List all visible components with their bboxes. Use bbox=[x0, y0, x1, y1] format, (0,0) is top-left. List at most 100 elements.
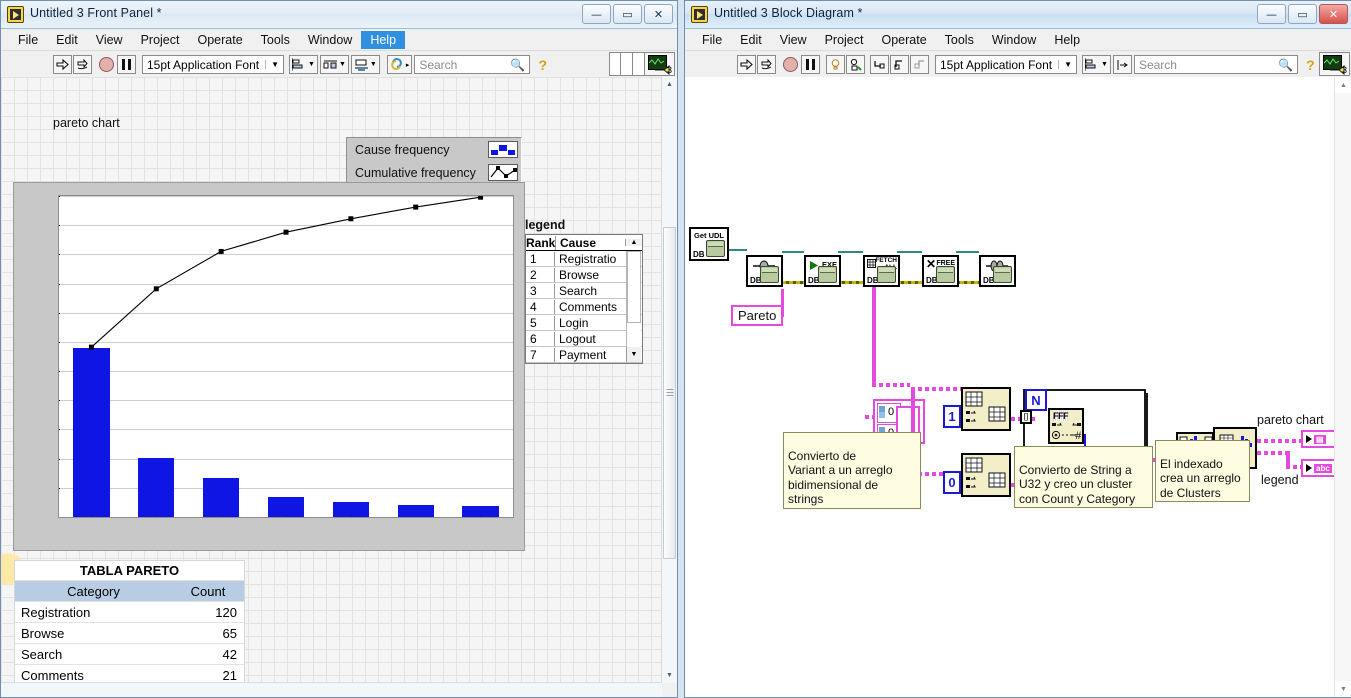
align-objects-button[interactable]: ▼ bbox=[289, 55, 318, 74]
legend-row[interactable]: 7 Payment bbox=[526, 347, 642, 363]
search-input[interactable]: Search 🔍 bbox=[1133, 55, 1298, 74]
scroll-up-icon[interactable]: ▲ bbox=[625, 239, 642, 246]
plot-legend-row-cumulative[interactable]: Cumulative frequency bbox=[347, 161, 521, 184]
menu-tools[interactable]: Tools bbox=[252, 31, 299, 49]
menu-view[interactable]: View bbox=[771, 31, 816, 49]
line-plot-swatch-icon[interactable] bbox=[488, 164, 518, 181]
step-over-button[interactable] bbox=[890, 55, 909, 74]
menu-view[interactable]: View bbox=[87, 31, 132, 49]
front-panel-titlebar[interactable]: Untitled 3 Front Panel * — ▭ ✕ bbox=[1, 1, 677, 29]
chevron-down-icon[interactable]: ▼ bbox=[265, 60, 279, 69]
cleanup-diagram-button[interactable] bbox=[1112, 55, 1132, 74]
legend-row[interactable]: 6 Logout bbox=[526, 331, 642, 347]
scrollbar-thumb[interactable] bbox=[663, 227, 676, 559]
pareto-graph[interactable]: pareto chart Cause frequency Cumulative … bbox=[13, 116, 525, 554]
pareto-string-constant[interactable]: Pareto bbox=[731, 305, 784, 326]
search-icon[interactable]: 🔍 bbox=[506, 58, 529, 72]
fract-exp-string-to-number-node[interactable]: FFF # bbox=[1048, 408, 1084, 444]
block-diagram-vertical-scrollbar[interactable]: ▲ ▼ bbox=[1334, 77, 1351, 697]
chevron-down-icon[interactable]: ▼ bbox=[339, 61, 346, 68]
distribute-objects-button[interactable]: ▼ bbox=[319, 55, 349, 74]
comment-indexing[interactable]: El indexado crea un arreglo de Clusters bbox=[1155, 440, 1250, 502]
legend-row[interactable]: 5 Login bbox=[526, 315, 642, 331]
plot-legend-row-cause[interactable]: Cause frequency bbox=[347, 138, 521, 161]
minimize-button[interactable]: — bbox=[1257, 4, 1286, 24]
front-panel-horizontal-scrollbar[interactable] bbox=[1, 682, 662, 697]
step-into-button[interactable] bbox=[870, 55, 889, 74]
legend-scrollbar[interactable] bbox=[626, 251, 641, 347]
menu-file[interactable]: File bbox=[693, 31, 731, 49]
db-execute-query-node[interactable]: EXE DB bbox=[804, 255, 841, 287]
close-button[interactable]: ✕ bbox=[644, 4, 673, 24]
plot-legend[interactable]: Cause frequency Cumulative frequency bbox=[346, 137, 522, 185]
menu-project[interactable]: Project bbox=[816, 31, 873, 49]
menu-help[interactable]: Help bbox=[361, 30, 406, 49]
index-constant-1[interactable]: 1 bbox=[943, 405, 961, 428]
chevron-down-icon[interactable]: ▼ bbox=[1058, 60, 1072, 69]
index-array-node-bottom[interactable] bbox=[961, 453, 1011, 497]
menu-window[interactable]: Window bbox=[983, 31, 1045, 49]
font-selector[interactable]: 15pt Application Font ▼ bbox=[142, 55, 284, 74]
index-array-node-top[interactable] bbox=[961, 387, 1011, 431]
comment-u32-cluster[interactable]: Convierto de String a U32 y creo un clus… bbox=[1014, 446, 1153, 508]
run-button[interactable] bbox=[737, 55, 756, 74]
search-icon[interactable]: 🔍 bbox=[1274, 58, 1297, 72]
run-continuously-button[interactable] bbox=[73, 55, 92, 74]
db-free-object-node[interactable]: ✕ FREE DB bbox=[922, 255, 959, 287]
db-fetch-all-node[interactable]: FETCHALL DB bbox=[863, 255, 900, 287]
run-button[interactable] bbox=[53, 55, 72, 74]
menu-project[interactable]: Project bbox=[132, 31, 189, 49]
legend-indicator-terminal[interactable]: abc bbox=[1301, 459, 1335, 477]
scroll-down-arrow-icon[interactable]: ▼ bbox=[1335, 681, 1351, 697]
maximize-button[interactable]: ▭ bbox=[1288, 4, 1317, 24]
graph-frame[interactable]: 0501001502002503003504004505005501234567 bbox=[13, 182, 525, 551]
table-row[interactable]: Comments 21 bbox=[15, 665, 244, 683]
table-row[interactable]: Search 42 bbox=[15, 644, 244, 665]
front-panel-canvas[interactable]: pareto chart Cause frequency Cumulative … bbox=[1, 77, 662, 683]
menu-tools[interactable]: Tools bbox=[936, 31, 983, 49]
scrollbar-track[interactable] bbox=[1335, 93, 1351, 681]
legend-control[interactable]: legend Rank Cause ▲ 1 Registratio 2 Browse 3… bbox=[525, 218, 643, 364]
menu-operate[interactable]: Operate bbox=[872, 31, 935, 49]
resize-objects-button[interactable]: ▼ bbox=[350, 55, 380, 74]
front-panel-vi-icon[interactable]: 3 bbox=[644, 52, 675, 76]
abort-execution-button[interactable] bbox=[781, 55, 800, 74]
plot-area[interactable]: 0501001502002503003504004505005501234567 bbox=[58, 195, 514, 518]
scroll-up-arrow-icon[interactable]: ▲ bbox=[1335, 77, 1351, 93]
chevron-down-icon[interactable]: ▼ bbox=[1101, 61, 1108, 68]
index-constant-0[interactable]: 0 bbox=[943, 471, 961, 494]
context-help-button[interactable]: ? bbox=[533, 55, 552, 74]
get-udl-node[interactable]: Get UDL DB bbox=[689, 227, 729, 261]
menu-edit[interactable]: Edit bbox=[47, 31, 87, 49]
maximize-button[interactable]: ▭ bbox=[613, 4, 642, 24]
menu-edit[interactable]: Edit bbox=[731, 31, 771, 49]
front-panel-vertical-scrollbar[interactable]: ▲ ▼ bbox=[661, 77, 677, 683]
retain-wire-values-button[interactable] bbox=[846, 55, 865, 74]
scroll-up-arrow-icon[interactable]: ▲ bbox=[662, 77, 677, 92]
context-help-button[interactable]: ? bbox=[1301, 55, 1320, 74]
block-diagram-titlebar[interactable]: Untitled 3 Block Diagram * — ▭ ✕ bbox=[685, 1, 1351, 29]
scroll-down-icon[interactable]: ▼ bbox=[626, 347, 641, 362]
menu-window[interactable]: Window bbox=[299, 31, 361, 49]
menu-operate[interactable]: Operate bbox=[188, 31, 251, 49]
pause-button[interactable] bbox=[117, 55, 136, 74]
chevron-right-icon[interactable]: ▸ bbox=[406, 61, 410, 69]
legend-row[interactable]: 2 Browse bbox=[526, 267, 642, 283]
menu-file[interactable]: File bbox=[9, 31, 47, 49]
scroll-down-arrow-icon[interactable]: ▼ bbox=[662, 668, 677, 683]
table-row[interactable]: Registration 120 bbox=[15, 602, 244, 623]
table-row[interactable]: Browse 65 bbox=[15, 623, 244, 644]
chevron-down-icon[interactable]: ▼ bbox=[308, 61, 315, 68]
db-open-connection-node[interactable]: DB bbox=[746, 255, 783, 287]
legend-row[interactable]: 3 Search bbox=[526, 283, 642, 299]
run-continuously-button[interactable] bbox=[757, 55, 776, 74]
search-input[interactable]: Search 🔍 bbox=[414, 55, 531, 74]
tabla-pareto[interactable]: TABLA PARETO Category Count Registration… bbox=[14, 560, 245, 683]
bar-plot-swatch-icon[interactable] bbox=[488, 141, 518, 158]
comment-variant[interactable]: Convierto de Variant a un arreglo bidime… bbox=[783, 432, 921, 509]
pareto-chart-indicator-terminal[interactable]: ▤ bbox=[1301, 430, 1335, 448]
align-objects-button[interactable]: ▼ bbox=[1082, 55, 1111, 74]
loop-input-tunnel-top[interactable]: [] bbox=[1020, 410, 1032, 424]
close-button[interactable]: ✕ bbox=[1319, 4, 1348, 24]
legend-row[interactable]: 4 Comments bbox=[526, 299, 642, 315]
